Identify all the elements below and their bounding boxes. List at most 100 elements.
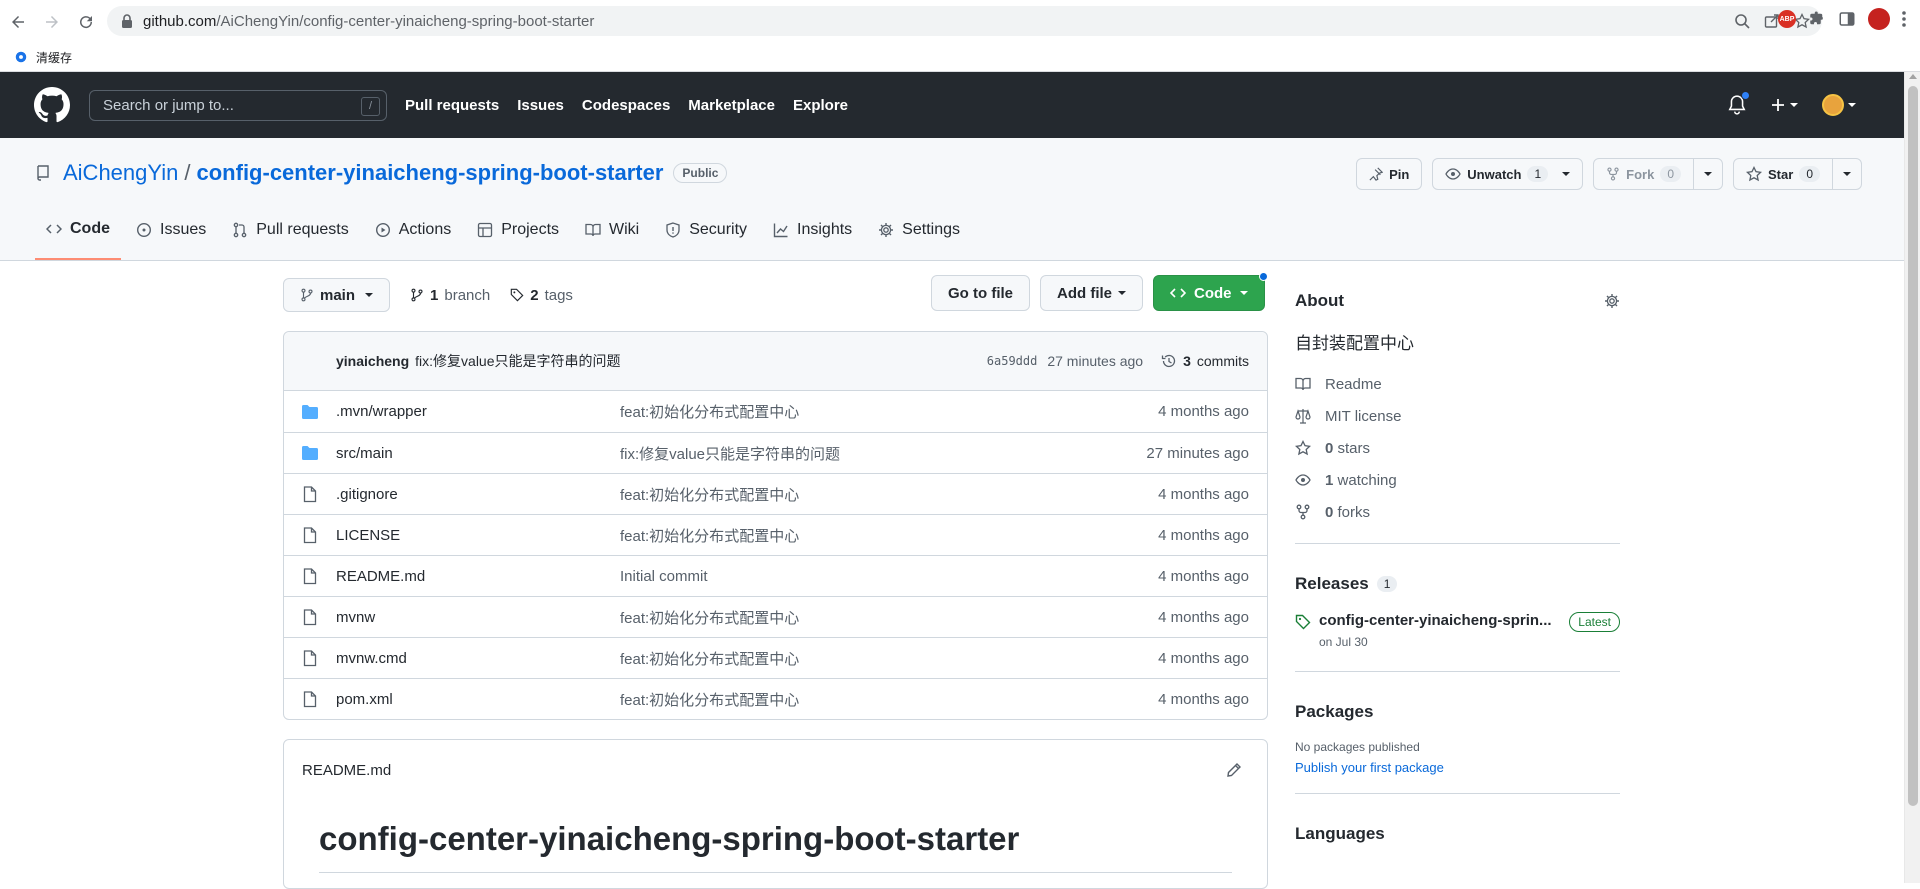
file-commit-message[interactable]: feat:初始化分布式配置中心	[620, 607, 799, 628]
fork-dropdown[interactable]	[1693, 159, 1722, 189]
notification-dot	[1741, 91, 1750, 100]
create-new-button[interactable]	[1770, 97, 1798, 113]
file-commit-message[interactable]: feat:初始化分布式配置中心	[620, 484, 799, 505]
readme-filename[interactable]: README.md	[302, 762, 391, 779]
repo-owner-link[interactable]: AiChengYin	[63, 160, 178, 186]
commits-link[interactable]: 3 commits	[1161, 353, 1249, 369]
notifications-button[interactable]	[1728, 91, 1750, 115]
abp-extension-icon[interactable]: ABP	[1778, 10, 1796, 28]
star-button[interactable]: Star 0	[1733, 158, 1862, 190]
tab-wiki[interactable]: Wiki	[574, 216, 650, 260]
page-scrollbar[interactable]	[1904, 72, 1920, 883]
latest-commit-bar: yinaicheng fix:修复value只能是字符串的问题 6a59ddd …	[284, 332, 1267, 391]
tab-settings[interactable]: Settings	[867, 216, 971, 260]
file-commit-message[interactable]: Initial commit	[620, 568, 708, 585]
branches-link[interactable]: 1 branch	[410, 287, 490, 304]
file-name-link[interactable]: .gitignore	[336, 486, 398, 503]
file-commit-message[interactable]: feat:初始化分布式配置中心	[620, 648, 799, 669]
scrollbar-thumb[interactable]	[1908, 86, 1918, 806]
github-logo-icon[interactable]	[34, 87, 70, 123]
file-name-link[interactable]: pom.xml	[336, 691, 393, 708]
packages-title[interactable]: Packages	[1295, 702, 1373, 722]
tab-code[interactable]: Code	[35, 216, 121, 260]
forks-link[interactable]: 0 forks	[1295, 496, 1620, 528]
releases-title[interactable]: Releases	[1295, 574, 1369, 594]
file-name-link[interactable]: src/main	[336, 445, 393, 462]
nav-explore[interactable]: Explore	[793, 97, 848, 114]
file-row[interactable]: src/main fix:修复value只能是字符串的问题 27 minutes a…	[284, 432, 1267, 473]
file-name-link[interactable]: README.md	[336, 568, 425, 585]
tab-issues[interactable]: Issues	[125, 216, 217, 260]
file-commit-date: 4 months ago	[1158, 567, 1249, 585]
tab-security[interactable]: Security	[654, 216, 758, 260]
nav-marketplace[interactable]: Marketplace	[688, 97, 775, 114]
file-commit-message[interactable]: feat:初始化分布式配置中心	[620, 689, 799, 710]
pin-icon	[1369, 167, 1384, 181]
github-search-input[interactable]: Search or jump to... /	[89, 89, 387, 121]
pencil-icon[interactable]	[1226, 762, 1242, 778]
unwatch-button[interactable]: Unwatch 1	[1432, 158, 1584, 190]
file-row[interactable]: LICENSE feat:初始化分布式配置中心 4 months ago	[284, 514, 1267, 555]
nav-codespaces[interactable]: Codespaces	[582, 97, 670, 114]
tab-insights[interactable]: Insights	[762, 216, 863, 260]
file-commit-message[interactable]: fix:修复value只能是字符串的问题	[620, 443, 840, 464]
branch-icon	[411, 288, 423, 302]
file-row[interactable]: .gitignore feat:初始化分布式配置中心 4 months ago	[284, 473, 1267, 514]
file-row[interactable]: pom.xml feat:初始化分布式配置中心 4 months ago	[284, 678, 1267, 719]
file-row[interactable]: mvnw.cmd feat:初始化分布式配置中心 4 months ago	[284, 637, 1267, 678]
repo-name-link[interactable]: config-center-yinaicheng-spring-boot-sta…	[197, 160, 664, 186]
more-menu-icon[interactable]	[1902, 11, 1906, 27]
sidebar-divider	[1295, 793, 1620, 794]
commit-sha[interactable]: 6a59ddd	[987, 354, 1038, 368]
arrow-right-icon	[46, 15, 58, 28]
repo-header: AiChengYin / config-center-yinaicheng-sp…	[0, 138, 1904, 261]
back-button[interactable]	[2, 6, 34, 38]
pin-button[interactable]: Pin	[1356, 158, 1423, 190]
release-date: on Jul 30	[1319, 635, 1368, 649]
tab-actions[interactable]: Actions	[364, 216, 462, 260]
stars-link[interactable]: 0 stars	[1295, 432, 1620, 464]
address-bar[interactable]: github.com/AiChengYin/config-center-yina…	[107, 6, 1822, 36]
profile-avatar[interactable]	[1868, 8, 1890, 30]
side-panel-icon[interactable]	[1838, 10, 1856, 28]
zoom-icon[interactable]	[1734, 13, 1750, 29]
file-name-link[interactable]: mvnw.cmd	[336, 650, 407, 667]
extensions-puzzle-icon[interactable]	[1808, 10, 1826, 28]
scroll-up-arrow[interactable]	[1909, 74, 1917, 79]
file-name-link[interactable]: LICENSE	[336, 527, 400, 544]
file-row[interactable]: README.md Initial commit 4 months ago	[284, 555, 1267, 596]
tab-pull-requests[interactable]: Pull requests	[221, 216, 360, 260]
file-commit-message[interactable]: feat:初始化分布式配置中心	[620, 401, 799, 422]
watching-link[interactable]: 1 watching	[1295, 464, 1620, 496]
url-text: github.com/AiChengYin/config-center-yina…	[143, 12, 595, 30]
tags-link[interactable]: 2 tags	[510, 287, 573, 304]
file-row[interactable]: .mvn/wrapper feat:初始化分布式配置中心 4 months ago	[284, 391, 1267, 432]
nav-pull-requests[interactable]: Pull requests	[405, 97, 499, 114]
readme-link[interactable]: Readme	[1295, 368, 1620, 400]
star-dropdown[interactable]	[1832, 159, 1861, 189]
caret-down-icon	[365, 293, 374, 297]
add-file-button[interactable]: Add file	[1040, 275, 1143, 311]
bookmark-item[interactable]: 清缓存	[36, 49, 72, 66]
latest-release[interactable]: config-center-yinaicheng-sprin... on Jul…	[1295, 612, 1620, 649]
fork-button[interactable]: Fork 0	[1593, 158, 1724, 190]
license-link[interactable]: MIT license	[1295, 400, 1620, 432]
star-icon	[1295, 440, 1311, 456]
gear-icon[interactable]	[1604, 293, 1620, 309]
commit-message[interactable]: fix:修复value只能是字符串的问题	[415, 351, 620, 371]
file-name-link[interactable]: .mvn/wrapper	[336, 403, 427, 420]
code-button[interactable]: Code	[1153, 272, 1268, 311]
user-menu-button[interactable]	[1822, 94, 1856, 116]
tab-projects[interactable]: Projects	[466, 216, 570, 260]
publish-package-link[interactable]: Publish your first package	[1295, 760, 1620, 775]
commit-author[interactable]: yinaicheng	[336, 353, 409, 369]
file-row[interactable]: mvnw feat:初始化分布式配置中心 4 months ago	[284, 596, 1267, 637]
branch-selector[interactable]: main	[283, 278, 391, 312]
file-commit-message[interactable]: feat:初始化分布式配置中心	[620, 525, 799, 546]
file-name-link[interactable]: mvnw	[336, 609, 375, 626]
nav-issues[interactable]: Issues	[517, 97, 564, 114]
forward-button[interactable]	[36, 6, 68, 38]
release-name[interactable]: config-center-yinaicheng-sprin...	[1319, 612, 1552, 629]
reload-button[interactable]	[70, 6, 102, 38]
go-to-file-button[interactable]: Go to file	[931, 275, 1030, 311]
